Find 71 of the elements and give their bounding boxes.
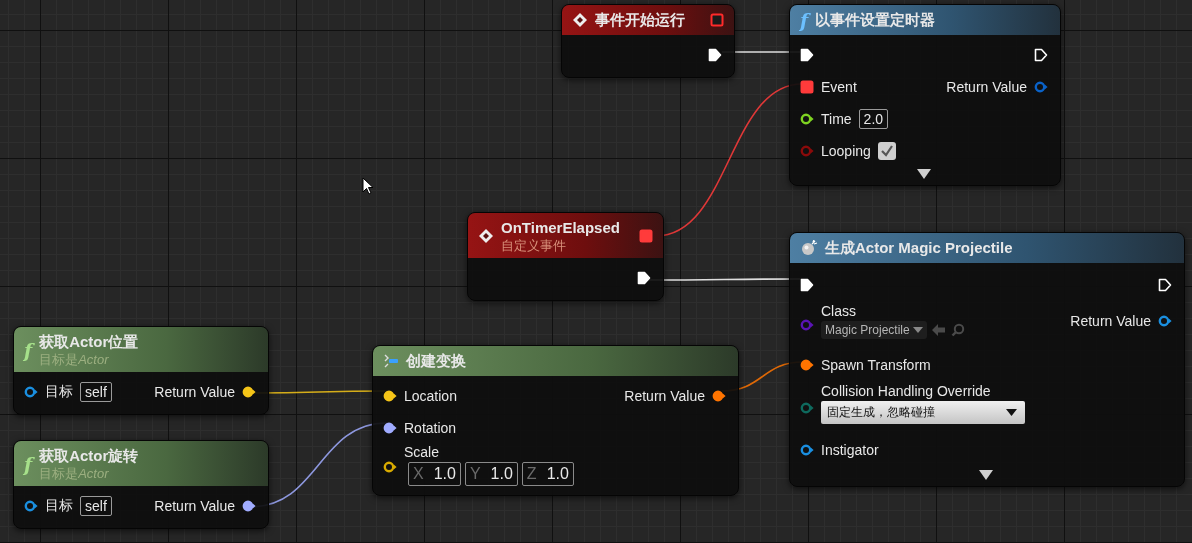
function-icon: f <box>800 10 809 30</box>
function-icon: f <box>24 339 33 360</box>
pin-label: Return Value <box>1070 313 1151 329</box>
exec-pin[interactable] <box>637 271 651 285</box>
exec-pin[interactable] <box>708 48 722 62</box>
pin-label: 目标 <box>45 383 73 401</box>
pin-label: Class <box>821 303 856 319</box>
data-pin[interactable] <box>242 499 256 513</box>
value-field[interactable]: Y 1.0 <box>464 462 518 486</box>
blueprint-node[interactable]: 创建变换 Location Return Value Rotation Scale X 1.0 Y 1.0 Z 1.0 <box>372 345 739 496</box>
expand-arrow-icon[interactable] <box>979 470 993 480</box>
expand-arrow-icon[interactable] <box>917 169 931 179</box>
delegate-pin[interactable] <box>639 228 653 243</box>
pin-label: Return Value <box>624 388 705 404</box>
data-pin[interactable] <box>383 459 397 474</box>
value-field[interactable]: X 1.0 <box>408 462 461 486</box>
node-title: 生成Actor Magic Projectile <box>825 238 1014 258</box>
node-title: 获取Actor旋转 <box>39 446 140 466</box>
node-title: 获取Actor位置 <box>39 332 140 352</box>
split-arrow-icon <box>383 353 399 369</box>
delegate-pin[interactable] <box>710 13 724 27</box>
pin-label: Instigator <box>821 442 879 458</box>
diamond-icon <box>572 12 588 28</box>
data-pin[interactable] <box>383 389 397 403</box>
diamond-icon <box>478 227 494 244</box>
node-title: 创建变换 <box>406 351 467 371</box>
exec-pin[interactable] <box>1158 278 1172 292</box>
data-pin[interactable] <box>800 112 814 126</box>
blueprint-node[interactable]: 生成Actor Magic Projectile Class Magic Projectile Return Value Spawn Transform Collision Handling Override 固定生成，忽略碰撞 Instigator <box>789 232 1185 487</box>
data-pin[interactable] <box>800 358 814 372</box>
caret-icon[interactable] <box>1006 409 1017 416</box>
pin-label: Time <box>821 111 852 127</box>
pin-label: Looping <box>821 143 871 159</box>
data-pin[interactable] <box>24 385 38 399</box>
value-field[interactable]: 2.0 <box>858 109 889 129</box>
data-pin[interactable] <box>712 389 726 403</box>
pin-label: Rotation <box>404 420 457 436</box>
blueprint-node[interactable]: 事件开始运行 <box>561 4 735 78</box>
blueprint-node[interactable]: f 以事件设置定时器 Event Return Value Time 2.0 Looping <box>789 4 1061 186</box>
data-pin[interactable] <box>800 443 814 457</box>
class-picker[interactable]: Magic Projectile <box>821 321 927 339</box>
pin-label: Event <box>821 79 857 95</box>
pin-label: Return Value <box>154 498 235 514</box>
node-title: OnTimerElapsed <box>501 218 621 238</box>
pin-label: Spawn Transform <box>821 357 931 373</box>
checkbox[interactable] <box>877 142 896 160</box>
exec-pin[interactable] <box>800 48 814 62</box>
exec-pin[interactable] <box>800 278 814 292</box>
cursor-icon <box>362 177 374 195</box>
data-pin[interactable] <box>24 499 38 513</box>
function-icon: f <box>24 453 33 474</box>
pin-label: Return Value <box>154 384 235 400</box>
pin-label: 目标 <box>45 497 73 515</box>
data-pin[interactable] <box>1158 314 1172 328</box>
blueprint-node[interactable]: OnTimerElapsed 自定义事件 <box>467 212 664 301</box>
node-title: 事件开始运行 <box>595 10 686 30</box>
node-title: 以事件设置定时器 <box>815 10 937 30</box>
exec-pin[interactable] <box>1034 48 1048 62</box>
value-field[interactable]: Z 1.0 <box>521 462 574 486</box>
dropdown[interactable]: 固定生成，忽略碰撞 <box>821 401 1025 424</box>
value-field[interactable]: self <box>80 382 112 402</box>
pin-label: Scale <box>404 444 440 460</box>
pin-label: Collision Handling Override <box>821 383 991 399</box>
pin-label: Location <box>404 388 457 404</box>
pin-label: Return Value <box>946 79 1027 95</box>
value-field[interactable]: self <box>80 496 112 516</box>
data-pin[interactable] <box>383 421 397 435</box>
data-pin[interactable] <box>242 385 256 399</box>
delegate-pin[interactable] <box>800 80 814 94</box>
node-subtitle: 自定义事件 <box>501 238 567 253</box>
bomb-icon <box>800 240 818 256</box>
